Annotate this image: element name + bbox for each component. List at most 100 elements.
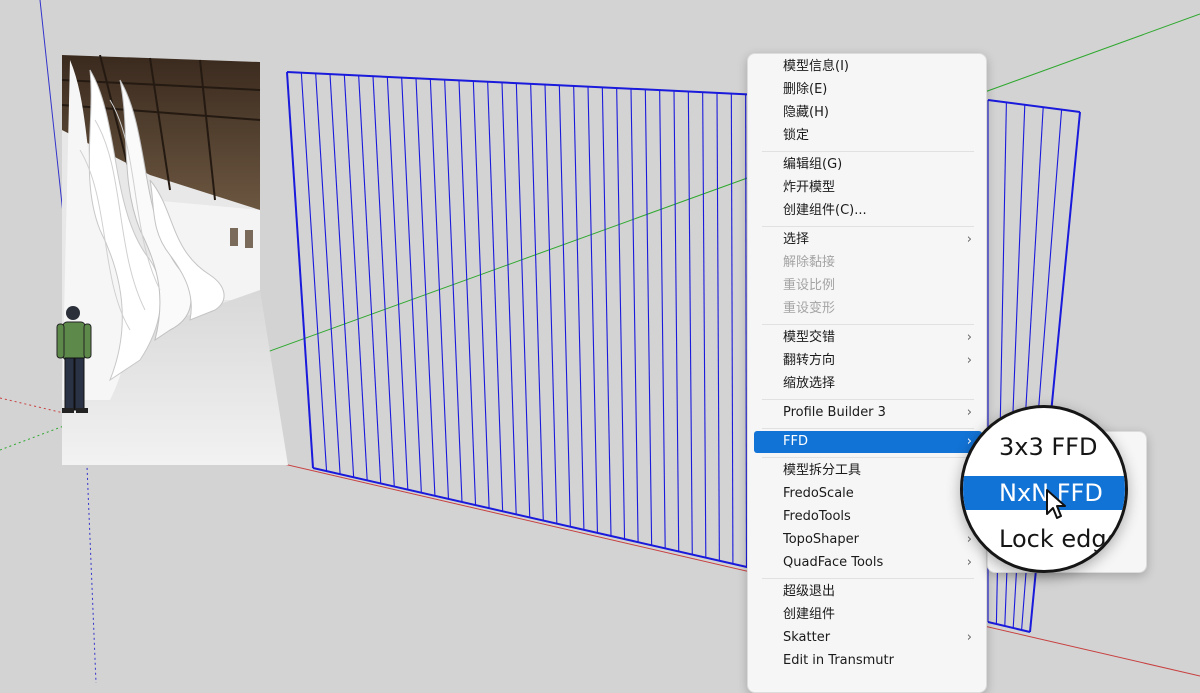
slat-line xyxy=(587,86,599,533)
slat-line xyxy=(300,72,328,472)
context-menu: 模型信息(I) 删除(E) 隐藏(H) 锁定编辑组(G) 炸开模型创建组件(C)... 选… xyxy=(747,53,987,693)
menu-item-label: 炸开模型 xyxy=(783,180,836,195)
slat-line xyxy=(616,88,626,540)
menu-item-17[interactable]: FredoScale› xyxy=(754,483,982,505)
menu-item-5[interactable]: 炸开模型 xyxy=(754,177,982,199)
slat-line xyxy=(472,81,490,509)
wall-top-edge-right xyxy=(987,99,1081,113)
chevron-right-icon: › xyxy=(966,353,972,368)
menu-item-label: 模型交错 xyxy=(783,330,836,345)
menu-item-label: QuadFace Tools xyxy=(783,555,884,570)
menu-item-13[interactable]: 缩放选择 xyxy=(754,373,982,395)
menu-item-label: TopoShaper xyxy=(783,532,859,547)
slat-line xyxy=(544,84,558,524)
menu-item-label: 模型拆分工具 xyxy=(783,463,862,478)
menu-item-11[interactable]: 模型交错 › xyxy=(754,327,982,349)
menu-separator xyxy=(762,324,974,325)
menu-item-23[interactable]: Skatter › xyxy=(754,627,982,649)
menu-item-label: Profile Builder 3 xyxy=(783,405,886,420)
menu-item-label: FredoScale xyxy=(783,486,854,501)
slat-line xyxy=(329,74,355,478)
magnified-item-2: Lock edge xyxy=(999,525,1122,553)
slat-line xyxy=(687,91,693,555)
menu-item-2[interactable]: 隐藏(H) xyxy=(754,102,982,124)
menu-separator xyxy=(762,226,974,227)
menu-item-18[interactable]: FredoTools› xyxy=(754,506,982,528)
slat-line xyxy=(573,85,585,530)
menu-item-21[interactable]: 超级退出 xyxy=(754,581,982,603)
menu-item-label: 创建组件 xyxy=(783,607,836,622)
menu-item-label: 翻转方向 xyxy=(783,353,836,368)
menu-item-label: Skatter xyxy=(783,630,831,645)
wall-bottom-edge-right xyxy=(987,621,1031,633)
chevron-right-icon: › xyxy=(966,630,972,645)
chevron-right-icon: › xyxy=(966,330,972,345)
slat-line xyxy=(372,76,395,487)
menu-item-24[interactable]: Edit in Transmutr xyxy=(754,650,982,672)
slat-line xyxy=(630,88,639,543)
menu-item-label: 选择 xyxy=(783,232,810,247)
menu-separator xyxy=(762,457,974,458)
menu-item-12[interactable]: 翻转方向 › xyxy=(754,350,982,372)
slat-line xyxy=(343,74,368,481)
slat-line xyxy=(601,87,612,537)
mouse-pointer-icon xyxy=(1046,489,1066,519)
reference-image xyxy=(62,55,288,465)
menu-item-14[interactable]: Profile Builder 3 › xyxy=(754,402,982,424)
slat-line xyxy=(730,93,734,564)
menu-item-6[interactable]: 创建组件(C)... xyxy=(754,200,982,222)
menu-item-1[interactable]: 删除(E) xyxy=(754,79,982,101)
menu-item-label: 超级退出 xyxy=(783,584,836,599)
zoom-magnifier: 3x3 FFD NxN FFD Lock edge xyxy=(960,405,1128,573)
wall-bottom-edge xyxy=(312,467,761,571)
menu-item-label: 删除(E) xyxy=(783,82,828,97)
menu-item-15[interactable]: FFD › xyxy=(754,431,982,453)
slat-line xyxy=(358,75,382,484)
slat-line xyxy=(515,83,531,518)
chevron-right-icon: › xyxy=(966,232,972,247)
slat-line xyxy=(659,90,666,549)
menu-item-0[interactable]: 模型信息(I) xyxy=(754,56,982,78)
menu-item-label: 模型信息(I) xyxy=(783,59,849,74)
menu-item-16[interactable]: 模型拆分工具 xyxy=(754,460,982,482)
menu-item-7[interactable]: 选择 › xyxy=(754,229,982,251)
menu-item-4[interactable]: 编辑组(G) xyxy=(754,154,982,176)
slat-line xyxy=(673,90,680,552)
slat-line xyxy=(530,83,544,521)
menu-item-label: FFD xyxy=(783,434,808,449)
menu-separator xyxy=(762,428,974,429)
slat-line xyxy=(315,73,341,475)
slat-line xyxy=(716,92,720,561)
magnified-item-0: 3x3 FFD xyxy=(999,433,1098,461)
slat-line xyxy=(644,89,653,546)
menu-item-label: FredoTools xyxy=(783,509,851,524)
menu-item-label: 创建组件(C)... xyxy=(783,203,867,218)
menu-item-label: 重设比例 xyxy=(783,278,836,293)
menu-item-20[interactable]: QuadFace Tools › xyxy=(754,552,982,574)
menu-item-9[interactable]: 重设比例 xyxy=(754,275,982,297)
menu-item-19[interactable]: TopoShaper › xyxy=(754,529,982,551)
menu-separator xyxy=(762,151,974,152)
menu-separator xyxy=(762,578,974,579)
menu-item-label: 重设变形 xyxy=(783,301,836,316)
slat-line xyxy=(702,92,707,558)
slat-line xyxy=(458,80,477,506)
menu-item-3[interactable]: 锁定 xyxy=(754,125,982,147)
menu-item-label: 锁定 xyxy=(783,128,810,143)
menu-item-label: 隐藏(H) xyxy=(783,105,829,120)
menu-item-8[interactable]: 解除黏接 xyxy=(754,252,982,274)
menu-separator xyxy=(762,399,974,400)
slat-line xyxy=(501,82,517,515)
wall-left-edge xyxy=(286,71,314,469)
slat-line xyxy=(487,81,504,512)
menu-item-10[interactable]: 重设变形 xyxy=(754,298,982,320)
chevron-right-icon: › xyxy=(966,405,972,420)
wall-top-edge xyxy=(286,71,761,96)
sketchup-viewport[interactable] xyxy=(0,0,1200,683)
slat-line xyxy=(444,79,463,503)
menu-item-22[interactable]: 创建组件 xyxy=(754,604,982,626)
menu-item-label: 编辑组(G) xyxy=(783,157,843,172)
menu-item-label: 缩放选择 xyxy=(783,376,836,391)
menu-item-label: 解除黏接 xyxy=(783,255,836,270)
slat-line xyxy=(429,78,450,499)
